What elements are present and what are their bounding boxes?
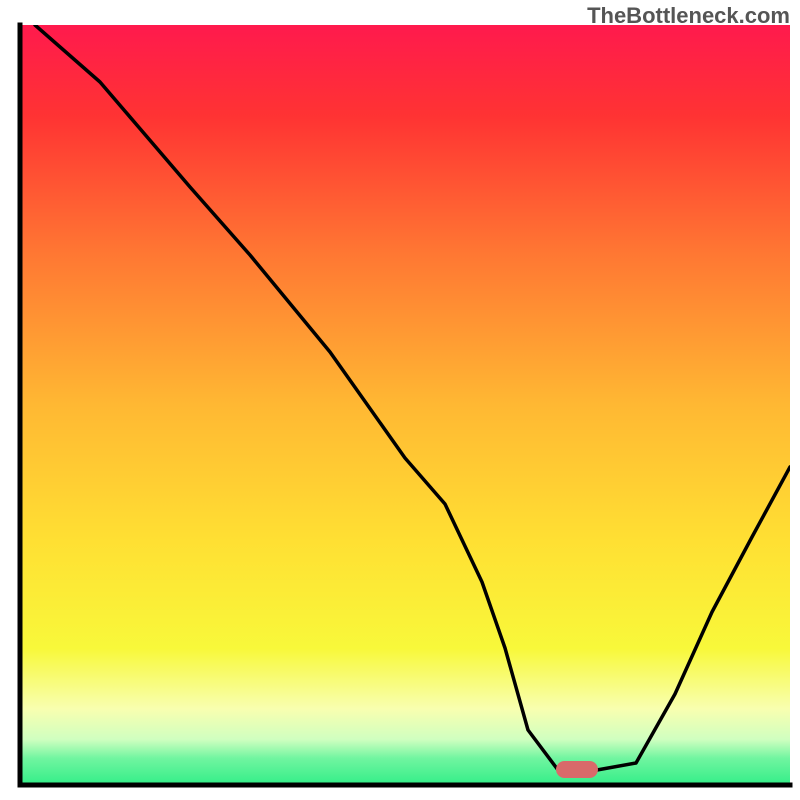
watermark-text: TheBottleneck.com [587, 3, 790, 29]
chart-container: TheBottleneck.com [0, 0, 800, 800]
optimal-marker [556, 761, 598, 778]
bottleneck-chart [0, 0, 800, 800]
gradient-background [20, 25, 790, 785]
